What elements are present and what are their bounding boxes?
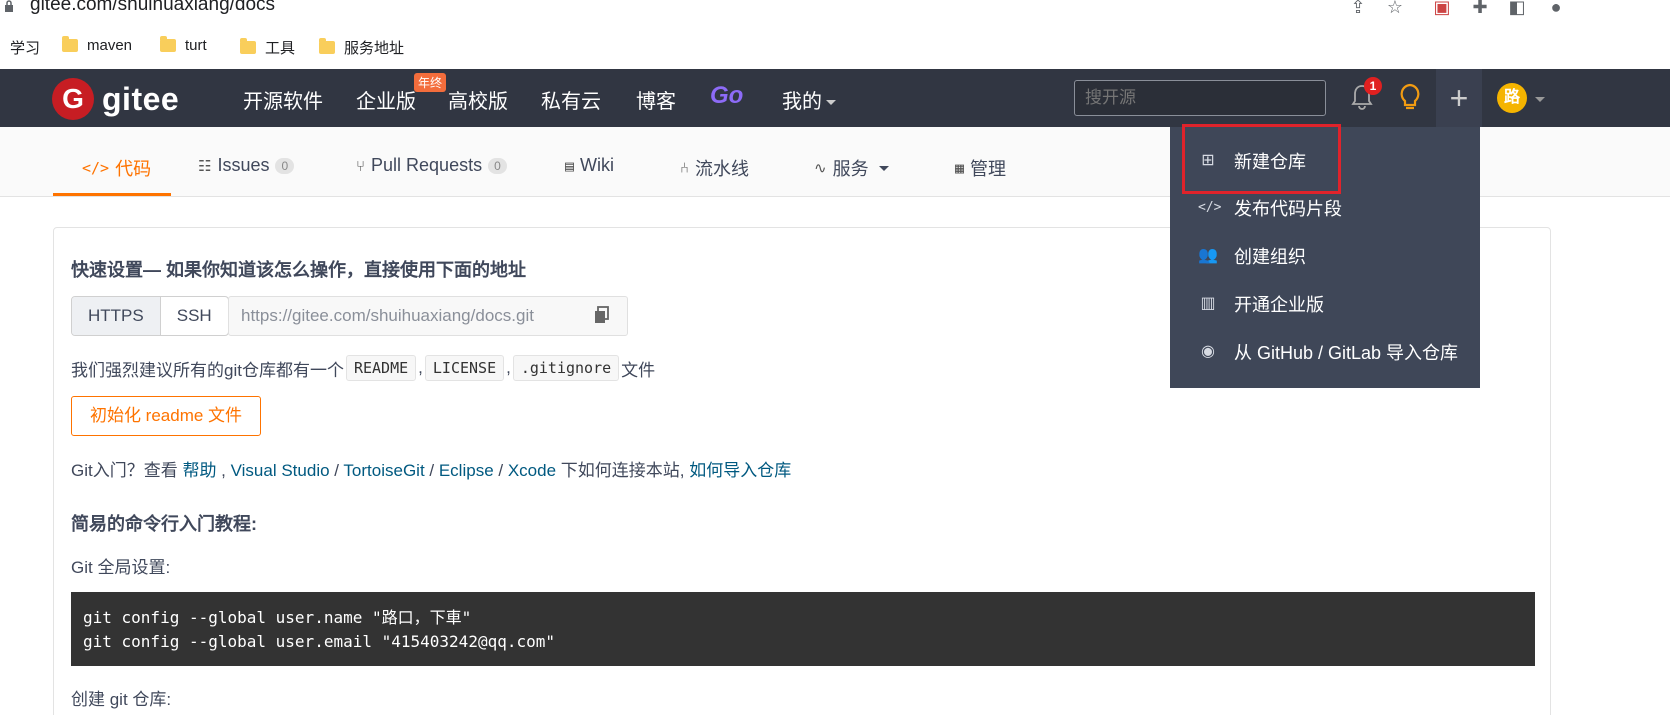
- caret-down-icon: [878, 165, 889, 171]
- global-settings-label: Git 全局设置:: [71, 558, 171, 577]
- tab-code[interactable]: </> 代码: [82, 155, 151, 181]
- bookmarks-bar: 学习 maven turt 工具 服务地址: [0, 27, 1670, 67]
- code-icon: </>: [82, 159, 110, 177]
- gitee-header: G gitee 开源软件 企业版 年终 高校版 私有云 博客 Go 我的 1 +…: [0, 69, 1670, 127]
- xcode-link[interactable]: Xcode: [508, 461, 556, 480]
- folder-icon: [62, 36, 78, 52]
- year-end-badge: 年终: [414, 73, 447, 92]
- puzzle-icon[interactable]: ✚: [1469, 0, 1491, 18]
- quick-setup-heading: 快速设置— 如果你知道该怎么操作，直接使用下面的地址: [71, 260, 526, 280]
- folder-icon: [160, 36, 176, 52]
- folder-icon: [319, 38, 335, 54]
- license-tag: LICENSE: [424, 355, 505, 381]
- nav-private-cloud[interactable]: 私有云: [541, 85, 601, 114]
- nav-open-source[interactable]: 开源软件: [243, 85, 323, 114]
- ssh-button[interactable]: SSH: [161, 297, 228, 335]
- bookmark-study[interactable]: 学习: [10, 37, 40, 58]
- building-icon: ▥: [1200, 295, 1216, 312]
- profile-icon[interactable]: ●: [1545, 0, 1567, 18]
- bookmark-service[interactable]: 服务地址: [319, 37, 404, 58]
- visual-studio-link[interactable]: Visual Studio: [231, 461, 330, 480]
- create-repo-label: 创建 git 仓库:: [71, 690, 172, 709]
- book-icon: ▤: [565, 156, 575, 175]
- users-icon: 👥: [1198, 247, 1218, 264]
- issues-icon: ☷: [198, 156, 212, 175]
- extension-icon[interactable]: ▣: [1431, 0, 1453, 18]
- tab-pipeline[interactable]: ⑃ 流水线: [680, 155, 749, 181]
- protocol-switch: HTTPS SSH: [71, 296, 229, 336]
- tab-issues[interactable]: ☷ Issues 0: [198, 155, 295, 176]
- avatar[interactable]: 路: [1497, 83, 1527, 113]
- pulse-icon: ∿: [814, 159, 827, 177]
- tab-wiki[interactable]: ▤ Wiki: [565, 155, 614, 176]
- tab-pull-requests[interactable]: ⑂ Pull Requests 0: [356, 155, 507, 176]
- https-button[interactable]: HTTPS: [72, 297, 161, 335]
- avatar-caret-icon[interactable]: [1535, 97, 1545, 102]
- browser-url-bar[interactable]: gitee.com/shuihuaxiang/docs ⇪ ☆ ▣ ✚ ◧ ●: [0, 0, 1670, 22]
- readme-suggestion: 我们强烈建议所有的git仓库都有一个 README, LICENSE, .git…: [71, 355, 655, 381]
- tab-services[interactable]: ∿ 服务: [814, 155, 889, 181]
- bookmark-turt[interactable]: turt: [160, 36, 207, 54]
- document-icon: ▦: [955, 159, 965, 177]
- init-readme-button[interactable]: 初始化 readme 文件: [71, 396, 261, 436]
- import-repo-link[interactable]: 如何导入仓库: [689, 461, 791, 480]
- git-help-text: Git入门？查看 帮助 , Visual Studio / TortoiseGi…: [71, 461, 792, 480]
- nav-blog[interactable]: 博客: [636, 85, 676, 114]
- nav-mine[interactable]: 我的: [782, 85, 836, 114]
- highlight-box: [1182, 124, 1341, 194]
- url-text[interactable]: gitee.com/shuihuaxiang/docs: [30, 0, 275, 16]
- tab-manage[interactable]: ▦ 管理: [955, 155, 1006, 181]
- menu-item-create-org[interactable]: 👥 创建组织: [1198, 243, 1306, 269]
- lightbulb-icon[interactable]: [1396, 82, 1424, 112]
- copy-icon[interactable]: [594, 306, 610, 324]
- gitignore-tag: .gitignore: [512, 355, 620, 381]
- pull-request-icon: ⑂: [356, 156, 366, 175]
- folder-icon: [240, 38, 256, 54]
- github-icon: ◉: [1201, 343, 1215, 360]
- lock-icon: [5, 0, 13, 12]
- nav-education[interactable]: 高校版: [448, 85, 508, 114]
- pr-count: 0: [488, 157, 507, 174]
- git-config-code: git config --global user.name "路口，下車" git…: [71, 592, 1535, 666]
- menu-item-publish-snippet[interactable]: </> 发布代码片段: [1198, 195, 1342, 221]
- create-menu-button[interactable]: +: [1436, 69, 1482, 127]
- plus-icon: +: [1449, 80, 1469, 116]
- gitee-logo[interactable]: G gitee: [52, 78, 179, 120]
- active-tab-indicator: [53, 193, 171, 196]
- nav-enterprise[interactable]: 企业版: [356, 85, 416, 114]
- eclipse-link[interactable]: Eclipse: [439, 461, 494, 480]
- nav-go[interactable]: Go: [710, 82, 743, 110]
- cli-heading: 简易的命令行入门教程:: [71, 514, 257, 534]
- bookmark-maven[interactable]: maven: [62, 36, 132, 54]
- readme-tag: README: [345, 355, 417, 381]
- help-link[interactable]: 帮助: [182, 461, 216, 480]
- sidepanel-icon[interactable]: ◧: [1506, 0, 1528, 18]
- caret-down-icon: [826, 100, 836, 106]
- star-icon[interactable]: ☆: [1384, 0, 1406, 18]
- clone-url-field[interactable]: https://gitee.com/shuihuaxiang/docs.git: [228, 296, 628, 336]
- notification-count-badge: 1: [1364, 77, 1382, 95]
- share-icon[interactable]: ⇪: [1347, 0, 1369, 18]
- code-icon: </>: [1198, 200, 1222, 215]
- bookmark-tools[interactable]: 工具: [240, 37, 295, 58]
- menu-item-enterprise[interactable]: ▥ 开通企业版: [1198, 291, 1324, 317]
- tortoisegit-link[interactable]: TortoiseGit: [343, 461, 424, 480]
- issues-count: 0: [275, 157, 295, 174]
- menu-item-import-repo[interactable]: ◉ 从 GitHub / GitLab 导入仓库: [1198, 339, 1458, 365]
- gitee-logo-icon: G: [52, 78, 94, 120]
- pipeline-icon: ⑃: [680, 159, 690, 177]
- search-input[interactable]: [1074, 80, 1326, 116]
